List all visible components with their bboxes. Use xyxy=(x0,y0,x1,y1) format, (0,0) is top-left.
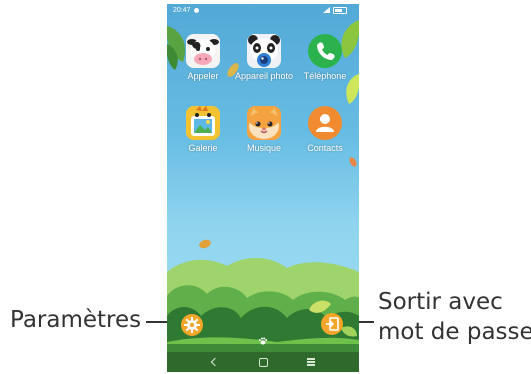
exit-callout-line2: mot de passe xyxy=(378,319,531,345)
app-label: Téléphone xyxy=(303,71,347,81)
status-bar: 20:47 xyxy=(167,4,359,18)
app-label: Appeler xyxy=(187,71,219,81)
app-label: Contacts xyxy=(307,143,343,153)
exit-door-icon xyxy=(326,317,339,331)
back-icon[interactable] xyxy=(200,352,230,372)
bird-gallery-icon xyxy=(186,106,220,140)
notification-dot-icon xyxy=(194,8,199,13)
settings-button[interactable] xyxy=(181,314,203,336)
app-appeler[interactable]: Appeler xyxy=(171,34,235,81)
exit-callout-line1: Sortir avec xyxy=(378,289,503,315)
exit-callout-label: Sortir avec mot de passe xyxy=(378,287,531,347)
recent-apps-icon[interactable] xyxy=(296,352,326,372)
signal-icon xyxy=(323,7,330,13)
paw-icon xyxy=(258,337,268,345)
panda-camera-icon xyxy=(247,34,281,68)
home-icon[interactable] xyxy=(248,352,278,372)
cow-icon xyxy=(186,34,220,68)
navigation-bar xyxy=(167,352,359,372)
app-galerie[interactable]: Galerie xyxy=(171,106,235,153)
app-label: Galerie xyxy=(188,143,218,153)
settings-callout-label: Paramètres xyxy=(10,307,142,333)
status-time: 20:47 xyxy=(173,7,191,14)
app-label: Musique xyxy=(246,143,282,153)
app-appareil-photo[interactable]: Appareil photo xyxy=(232,34,296,81)
phone-icon xyxy=(308,34,342,68)
phone-screen: 20:47 Appeler Appareil photo Téléphone G… xyxy=(167,4,359,372)
app-label: Appareil photo xyxy=(234,71,294,81)
app-musique[interactable]: Musique xyxy=(232,106,296,153)
cat-music-icon xyxy=(247,106,281,140)
app-telephone[interactable]: Téléphone xyxy=(293,34,357,81)
app-contacts[interactable]: Contacts xyxy=(293,106,357,153)
exit-with-password-button[interactable] xyxy=(321,313,343,335)
gear-icon xyxy=(184,317,200,333)
contacts-icon xyxy=(308,106,342,140)
battery-icon xyxy=(333,7,347,14)
